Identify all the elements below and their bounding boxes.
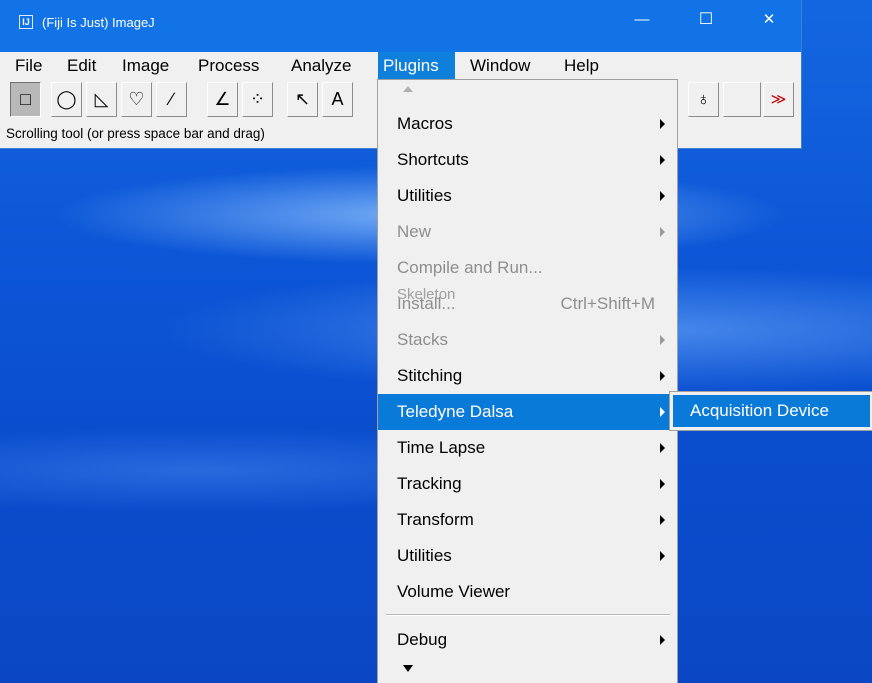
text-tool-icon[interactable]: A: [322, 82, 353, 117]
more-tools-icon[interactable]: ≫: [763, 82, 794, 117]
menu-file[interactable]: File: [11, 52, 46, 79]
menu-item-utilities[interactable]: Utilities: [378, 178, 677, 214]
submenu-arrow-icon: [660, 635, 665, 645]
menu-plugins[interactable]: Plugins: [378, 52, 455, 79]
menu-item-tracking[interactable]: Tracking: [378, 466, 677, 502]
menu-process[interactable]: Process: [194, 52, 263, 79]
menu-item-macros[interactable]: Macros: [378, 106, 677, 142]
menu-item-teledyne-dalsa[interactable]: Teledyne Dalsa: [378, 394, 677, 430]
wand-tool-icon[interactable]: ↖: [287, 82, 318, 117]
menu-item-acquisition-device[interactable]: Acquisition Device: [673, 395, 870, 427]
menu-item-debug[interactable]: Debug: [378, 622, 677, 658]
blank-tool-icon[interactable]: [723, 82, 761, 117]
menu-item-stacks[interactable]: Stacks: [378, 322, 677, 358]
submenu-arrow-icon: [660, 335, 665, 345]
menu-bar: File Edit Image Process Analyze Plugins …: [0, 52, 801, 79]
menu-item-label: Utilities: [397, 186, 452, 205]
menu-item-label: Compile and Run...: [397, 258, 543, 277]
menu-item-label: Debug: [397, 630, 448, 649]
menu-item-label: Teledyne Dalsa: [397, 402, 514, 421]
menu-help[interactable]: Help: [560, 52, 603, 79]
scroll-down-icon[interactable]: [403, 665, 413, 672]
menu-item-label: Stacks: [397, 330, 449, 349]
submenu-arrow-icon: [660, 155, 665, 165]
menu-item-volume-viewer[interactable]: Volume Viewer: [378, 574, 677, 610]
menu-item-stitching[interactable]: Stitching: [378, 358, 677, 394]
oval-tool-icon[interactable]: ◯: [51, 82, 82, 117]
freehand-tool-icon[interactable]: ♡: [121, 82, 152, 117]
menu-item-label: Transform: [397, 510, 474, 529]
submenu-arrow-icon: [660, 191, 665, 201]
menu-item-label: New: [397, 222, 432, 241]
submenu-arrow-icon: [660, 119, 665, 129]
menu-image[interactable]: Image: [118, 52, 173, 79]
submenu-arrow-icon: [660, 407, 665, 417]
window-title: (Fiji Is Just) ImageJ: [42, 15, 155, 30]
point-tool-icon[interactable]: ⁘: [242, 82, 273, 117]
submenu-arrow-icon: [660, 371, 665, 381]
line-tool-icon[interactable]: ∕: [156, 82, 187, 117]
scroll-up-icon[interactable]: [403, 86, 413, 92]
menu-item-time-lapse[interactable]: Time Lapse: [378, 430, 677, 466]
menu-separator: [386, 614, 670, 616]
dropper-tool-icon[interactable]: ♁: [688, 82, 719, 117]
close-icon[interactable]: ✕: [746, 0, 792, 40]
maximize-icon[interactable]: ☐: [683, 0, 729, 40]
plugins-menu: Macros Shortcuts Utilities New Compile a…: [377, 79, 678, 683]
menu-item-transform[interactable]: Transform: [378, 502, 677, 538]
menu-item-label: Time Lapse: [397, 438, 486, 457]
menu-item-label: Macros: [397, 114, 453, 133]
angle-tool-icon[interactable]: ∠: [207, 82, 238, 117]
minimize-icon[interactable]: —: [619, 0, 665, 40]
menu-item-label: Shortcuts: [397, 150, 469, 169]
submenu-arrow-icon: [660, 551, 665, 561]
title-bar[interactable]: IJ (Fiji Is Just) ImageJ — ☐ ✕: [0, 0, 801, 52]
submenu-arrow-icon: [660, 515, 665, 525]
menu-item-label: Volume Viewer: [397, 582, 511, 601]
menu-edit[interactable]: Edit: [63, 52, 100, 79]
menu-item-shortcuts[interactable]: Shortcuts: [378, 142, 677, 178]
menu-analyze[interactable]: Analyze: [287, 52, 355, 79]
rectangle-tool-icon[interactable]: □: [10, 82, 41, 117]
menu-item-label: Tracking: [397, 474, 462, 493]
ghost-label: Skeleton: [397, 286, 456, 303]
polygon-tool-icon[interactable]: ◺: [86, 82, 117, 117]
menu-item-utilities-2[interactable]: Utilities: [378, 538, 677, 574]
shortcut-label: Ctrl+Shift+M: [560, 294, 655, 313]
submenu-arrow-icon: [660, 479, 665, 489]
menu-item-label: Stitching: [397, 366, 463, 385]
submenu-arrow-icon: [660, 443, 665, 453]
submenu-arrow-icon: [660, 227, 665, 237]
menu-item-label: Utilities: [397, 546, 452, 565]
fiji-icon: IJ: [19, 15, 33, 29]
menu-item-install[interactable]: Skeleton Install... Ctrl+Shift+M: [378, 286, 677, 322]
menu-item-new[interactable]: New: [378, 214, 677, 250]
menu-window[interactable]: Window: [466, 52, 534, 79]
teledyne-dalsa-submenu: Acquisition Device: [669, 391, 872, 431]
